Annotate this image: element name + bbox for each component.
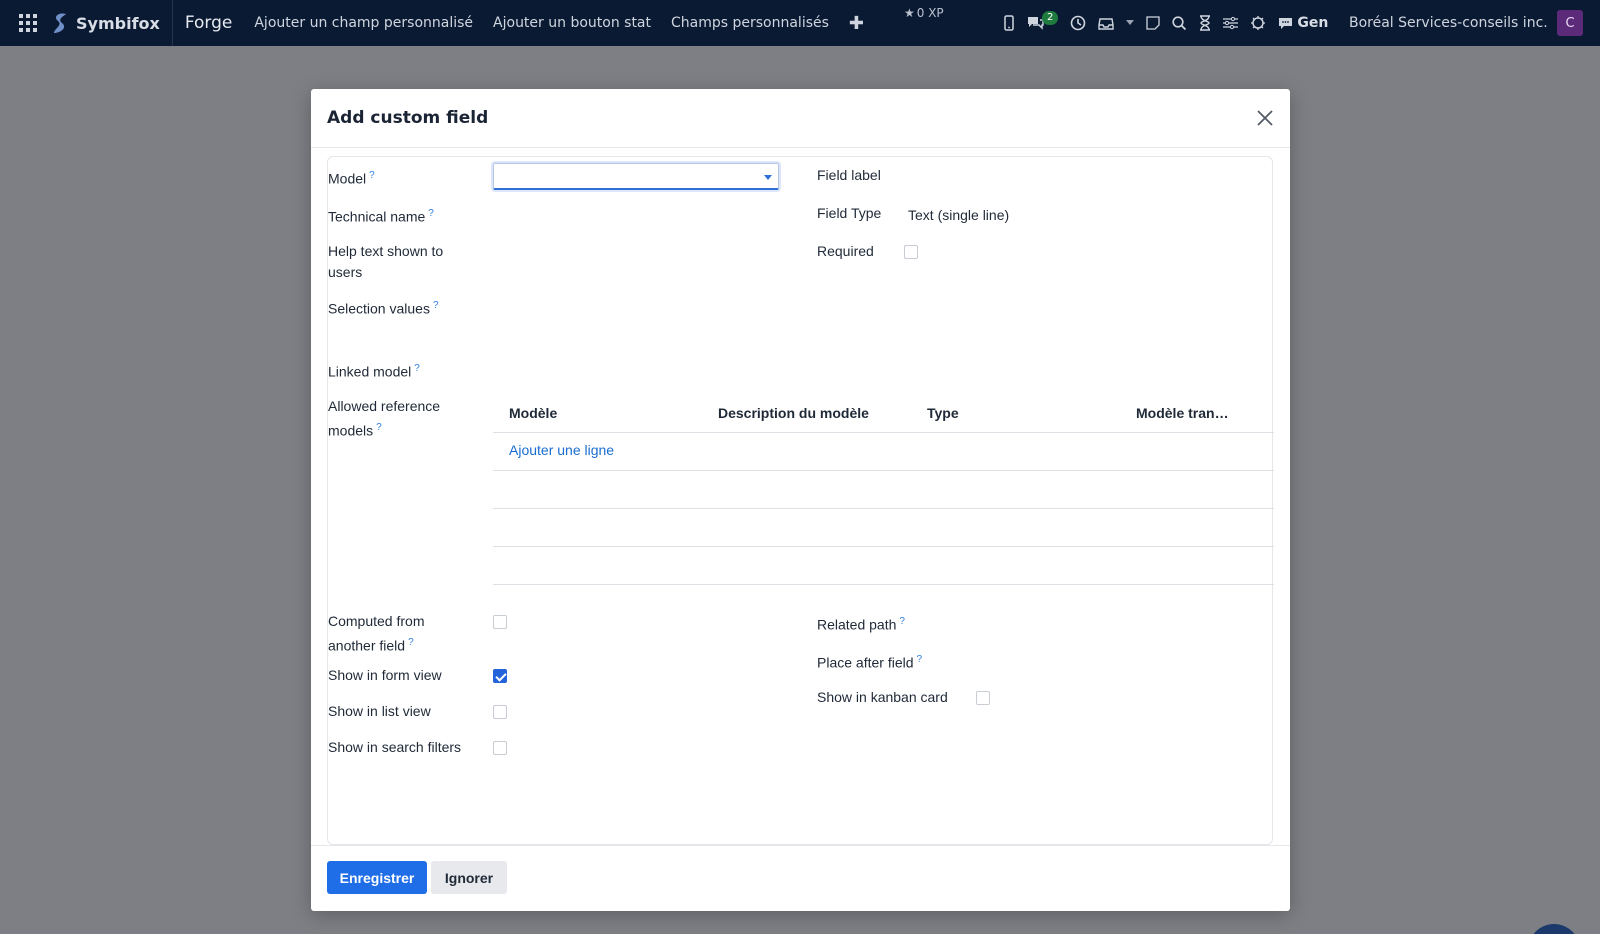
column-header-model-description[interactable]: Description du modèle — [718, 405, 869, 421]
messaging-icon[interactable]: 2 — [1026, 11, 1059, 31]
clock-icon[interactable] — [1070, 15, 1086, 31]
inbox-icon[interactable] — [1098, 16, 1115, 30]
column-header-model[interactable]: Modèle — [509, 405, 557, 421]
company-switcher[interactable]: Boréal Services-conseils inc. — [1349, 0, 1548, 46]
add-custom-field-dialog: Add custom field Model? Technical name? … — [311, 89, 1290, 911]
help-text-label: Help text shown to users — [328, 243, 444, 280]
show-form-view-label: Show in form view — [328, 667, 442, 683]
help-tooltip-icon[interactable]: ? — [414, 363, 420, 374]
table-row: Ajouter une ligne — [493, 433, 1274, 471]
close-icon[interactable] — [1254, 107, 1276, 129]
app-name[interactable]: Forge — [173, 13, 245, 33]
dialog-footer: Enregistrer Ignorer — [311, 845, 1290, 911]
brand-logo-icon — [54, 13, 66, 33]
column-header-type[interactable]: Type — [927, 405, 959, 421]
required-label: Required — [817, 243, 874, 259]
show-form-view-checkbox[interactable] — [493, 669, 507, 683]
field-type-label: Field Type — [817, 205, 882, 221]
table-row — [493, 509, 1274, 547]
user-avatar[interactable]: C — [1557, 10, 1583, 36]
systray: 2 Gen — [1004, 0, 1328, 46]
mobile-icon[interactable] — [1004, 15, 1014, 31]
help-tooltip-icon[interactable]: ? — [408, 637, 414, 648]
help-tooltip-icon[interactable]: ? — [376, 422, 382, 433]
column-header-transient-model[interactable]: Modèle tran… — [1136, 405, 1229, 421]
show-kanban-card-label: Show in kanban card — [817, 689, 948, 705]
add-line-link[interactable]: Ajouter une ligne — [509, 442, 614, 458]
caret-down-icon — [764, 175, 772, 180]
required-checkbox[interactable] — [904, 245, 918, 259]
form-sheet: Model? Technical name? Help text shown t… — [327, 156, 1274, 845]
show-search-filters-label: Show in search filters — [328, 739, 462, 755]
linked-model-label: Linked model? — [328, 363, 420, 380]
technical-name-label: Technical name? — [328, 208, 434, 225]
save-button[interactable]: Enregistrer — [327, 861, 427, 894]
search-icon[interactable] — [1172, 15, 1187, 31]
menu-add-custom-field[interactable]: Ajouter un champ personnalisé — [244, 15, 483, 31]
add-menu-plus-icon[interactable]: ✚ — [839, 13, 874, 34]
selection-values-label: Selection values? — [328, 300, 439, 317]
note-icon[interactable] — [1146, 16, 1161, 30]
show-list-view-label: Show in list view — [328, 703, 431, 719]
gen-assistant-button[interactable]: Gen — [1278, 15, 1328, 31]
xp-value: 0 XP — [916, 6, 944, 20]
table-row — [493, 547, 1274, 585]
hourglass-icon[interactable] — [1199, 15, 1211, 31]
model-label: Model? — [328, 170, 375, 187]
menu-custom-fields[interactable]: Champs personnalisés — [661, 15, 839, 31]
brand-logo[interactable]: Symbifox — [42, 0, 173, 46]
allowed-reference-models-label: Allowed reference models? — [328, 398, 441, 439]
help-tooltip-icon[interactable]: ? — [428, 208, 434, 219]
chat-bubble-icon — [1279, 17, 1293, 29]
field-type-value[interactable]: Text (single line) — [908, 207, 1009, 223]
show-list-view-checkbox[interactable] — [493, 705, 507, 719]
show-kanban-card-checkbox[interactable] — [976, 691, 990, 705]
table-row — [493, 471, 1274, 509]
place-after-field-label: Place after field? — [817, 654, 923, 671]
star-icon: ★ — [904, 6, 915, 20]
chevron-down-icon[interactable] — [1126, 20, 1135, 26]
help-tooltip-icon[interactable]: ? — [899, 616, 905, 627]
menu-add-stat-button[interactable]: Ajouter un bouton stat — [483, 15, 661, 31]
gen-label: Gen — [1297, 15, 1329, 31]
xp-indicator[interactable]: ★ 0 XP — [904, 6, 944, 20]
help-tooltip-icon[interactable]: ? — [433, 300, 439, 311]
chat-launcher-button[interactable] — [1528, 924, 1580, 934]
model-select[interactable] — [493, 163, 779, 190]
sliders-icon[interactable] — [1223, 16, 1239, 30]
show-search-filters-checkbox[interactable] — [493, 741, 507, 755]
help-tooltip-icon[interactable]: ? — [917, 654, 923, 665]
table-header: Modèle Description du modèle Type Modèle… — [493, 395, 1274, 433]
dialog-title: Add custom field — [327, 108, 489, 128]
discard-button[interactable]: Ignorer — [431, 861, 507, 894]
help-tooltip-icon[interactable]: ? — [369, 170, 375, 181]
apps-menu-icon[interactable] — [14, 14, 42, 32]
dialog-header: Add custom field — [311, 89, 1290, 148]
brand-name: Symbifox — [76, 13, 160, 33]
reference-models-table: Modèle Description du modèle Type Modèle… — [493, 395, 1274, 585]
messages-badge: 2 — [1042, 11, 1059, 25]
top-navbar: Symbifox Forge Ajouter un champ personna… — [0, 0, 1600, 46]
related-path-label: Related path? — [817, 616, 905, 633]
field-label-label: Field label — [817, 167, 881, 183]
bug-icon[interactable] — [1250, 15, 1266, 31]
computed-label: Computed from another field? — [328, 613, 425, 654]
computed-checkbox[interactable] — [493, 615, 507, 629]
